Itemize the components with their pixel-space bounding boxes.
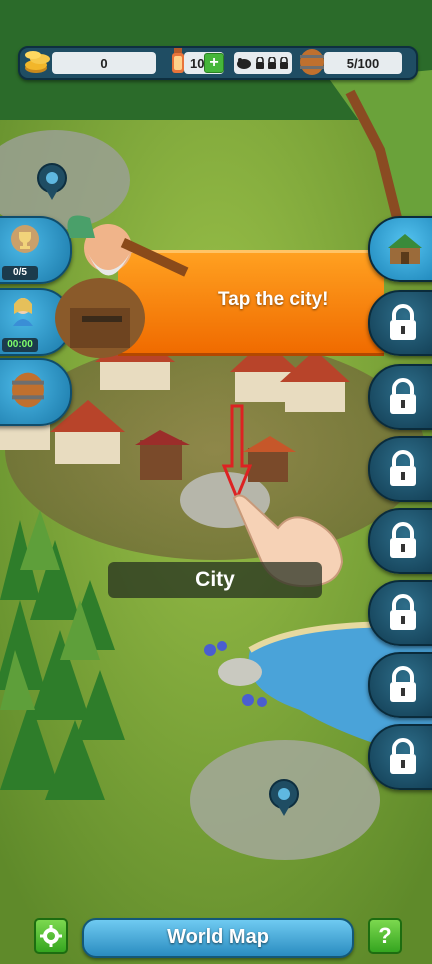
lock-icon [390,304,416,340]
lock-icon [390,594,416,630]
tutorial-message: Tap the city! [218,289,329,310]
barrel-icon [12,372,44,408]
lock-icon [256,57,264,69]
lock-icon [390,522,416,558]
lock-icon [390,666,416,702]
gold-coins-icon [25,51,50,73]
locked-slot-button[interactable] [368,436,432,502]
add-lanterns-button[interactable]: + [204,53,224,73]
locked-slot-button[interactable] [368,508,432,574]
gear-icon [40,925,62,947]
princess-icon [13,298,33,326]
locked-slot-button[interactable] [368,652,432,718]
city-label[interactable]: City [108,562,322,598]
castle-button[interactable] [368,216,432,282]
map-marker-icon[interactable] [36,162,68,202]
lock-icon [268,57,276,69]
quest-timer: 00:00 [2,338,38,352]
lock-icon [390,738,416,774]
locked-slot-button[interactable] [368,364,432,430]
locked-slot-button[interactable] [368,580,432,646]
map-marker-icon[interactable] [268,778,300,818]
trophy-progress: 0/5 [2,266,38,280]
barrel-amount: 5/100 [324,52,402,74]
resource-bar: 0 10 + 5/100 [18,46,418,80]
locked-slot-button[interactable] [368,290,432,356]
trophy-icon [11,225,39,253]
help-button[interactable]: ? [368,918,402,954]
arrow-down-icon [222,404,252,500]
lock-icon [280,57,288,69]
pig-icon [237,58,251,69]
settings-button[interactable] [34,918,68,954]
barrel-shop-button[interactable] [0,358,72,426]
advisor-character [55,215,189,358]
barrel-icon [300,49,324,75]
lock-icon [390,378,416,414]
gold-amount: 0 [52,52,156,74]
world-map-button[interactable]: World Map [82,918,354,958]
locked-resources [234,52,292,74]
locked-slot-button[interactable] [368,724,432,790]
castle-icon [388,234,422,264]
lock-icon [390,450,416,486]
